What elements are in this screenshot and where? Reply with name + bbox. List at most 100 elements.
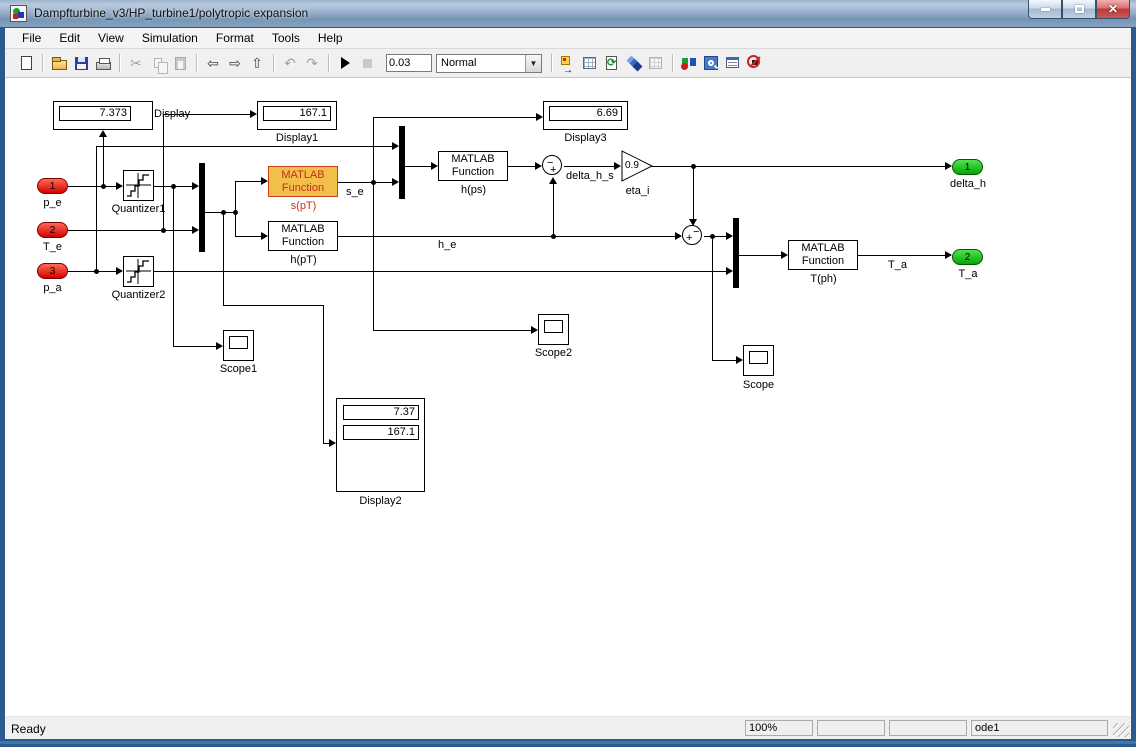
display3-label: Display3	[545, 132, 626, 144]
display1-block[interactable]: 167.1	[257, 101, 337, 130]
open-button[interactable]	[48, 53, 70, 73]
find-button[interactable]	[700, 53, 722, 73]
wire-segment	[405, 166, 431, 167]
wire-junction	[101, 184, 106, 189]
cut-icon: ✂	[130, 56, 142, 70]
paste-button	[169, 53, 191, 73]
matlab-fcn-tph-block[interactable]: MATLAB Function	[788, 240, 858, 270]
matlab-fcn-hpt-block[interactable]: MATLAB Function	[268, 221, 338, 251]
port-number: 3	[50, 266, 56, 277]
print-button[interactable]	[92, 53, 114, 73]
update-diagram-button[interactable]: ⟳	[601, 53, 623, 73]
status-panel-empty	[889, 720, 967, 736]
wire-arrowhead	[549, 177, 557, 184]
wire-arrowhead	[736, 356, 743, 364]
zoom-level-panel: 100%	[745, 720, 813, 736]
model-explorer-button[interactable]	[722, 53, 744, 73]
fcn-text: MATLAB Function	[443, 153, 503, 179]
forward-arrow-icon: ⇨	[229, 56, 241, 70]
sum1-block[interactable]: − +	[542, 155, 562, 175]
inport-3[interactable]: 3	[37, 263, 68, 279]
play-icon	[341, 57, 350, 69]
wire-junction	[710, 234, 715, 239]
scope-block[interactable]	[743, 345, 774, 376]
inport-2[interactable]: 2	[37, 222, 68, 238]
inport-1[interactable]: 1	[37, 178, 68, 194]
window-controls: ✕	[1028, 0, 1130, 19]
wire-segment	[373, 117, 374, 330]
wire-segment	[163, 114, 164, 230]
display3-block[interactable]: 6.69	[543, 101, 628, 130]
display1-value: 167.1	[263, 106, 331, 121]
display-block[interactable]: 7.373	[53, 101, 153, 130]
wire-arrowhead	[261, 177, 268, 185]
simulation-mode-value: Normal	[437, 57, 525, 69]
maximize-button[interactable]	[1062, 0, 1096, 19]
go-forward-button[interactable]: ⇨	[224, 53, 246, 73]
wire-segment	[693, 166, 694, 219]
matlab-fcn-hps-block[interactable]: MATLAB Function	[438, 151, 508, 181]
menu-format[interactable]: Format	[207, 29, 263, 47]
quantizer-icon	[124, 257, 153, 286]
mux1-block[interactable]	[199, 163, 205, 252]
open-icon	[52, 60, 67, 70]
wire-arrowhead	[431, 162, 438, 170]
wire-segment	[704, 236, 726, 237]
copy-button	[147, 53, 169, 73]
scope2-block[interactable]	[538, 314, 569, 345]
build-button[interactable]	[623, 53, 645, 73]
display2-block[interactable]: 7.37 167.1	[336, 398, 425, 492]
signal-label-t-a: T_a	[888, 259, 907, 271]
matlab-fcn-spt-block[interactable]: MATLAB Function	[268, 166, 338, 197]
outport-1[interactable]: 1	[952, 159, 983, 175]
display2-value-2: 167.1	[343, 425, 419, 440]
wire-arrowhead	[116, 267, 123, 275]
outport-2[interactable]: 2	[952, 249, 983, 265]
mux3-block[interactable]	[733, 218, 739, 288]
go-up-button[interactable]: ⇧	[246, 53, 268, 73]
quantizer2-block[interactable]	[123, 256, 154, 287]
menu-edit[interactable]: Edit	[50, 29, 89, 47]
go-back-button[interactable]: ⇦	[202, 53, 224, 73]
title-bar[interactable]: Dampfturbine_v3/HP_turbine1/polytropic e…	[0, 0, 1136, 28]
save-button[interactable]	[70, 53, 92, 73]
start-simulation-button[interactable]	[334, 53, 356, 73]
quantizer1-block[interactable]	[123, 170, 154, 201]
new-model-button[interactable]	[15, 53, 37, 73]
sum2-block[interactable]: − +	[682, 225, 702, 245]
signal-label-delta-h-s: delta_h_s	[566, 170, 614, 182]
port-number: 1	[50, 181, 56, 192]
wire-arrowhead	[726, 267, 733, 275]
close-button[interactable]: ✕	[1096, 0, 1130, 19]
library-browser-button[interactable]: →	[557, 53, 579, 73]
menu-tools[interactable]: Tools	[263, 29, 309, 47]
menu-simulation[interactable]: Simulation	[133, 29, 207, 47]
redo-button: ↷	[301, 53, 323, 73]
quantizer1-label: Quantizer1	[98, 203, 179, 215]
wire-segment	[223, 305, 323, 306]
wire-arrowhead	[535, 162, 542, 170]
menu-view[interactable]: View	[89, 29, 133, 47]
menu-file[interactable]: File	[13, 29, 50, 47]
minimize-button[interactable]	[1028, 0, 1062, 19]
remove-highlighting-button[interactable]	[744, 53, 766, 73]
toolbar-separator	[196, 54, 197, 72]
simulation-stop-time-input[interactable]	[386, 54, 432, 72]
wire-segment	[739, 255, 781, 256]
signal-label-h-e: h_e	[438, 239, 456, 251]
dropdown-button[interactable]: ▼	[525, 55, 541, 72]
simulation-mode-dropdown[interactable]: Normal ▼	[436, 54, 542, 73]
model-browser-button[interactable]	[579, 53, 601, 73]
outport-1-label: delta_h	[937, 178, 999, 190]
scope-screen-icon	[749, 351, 768, 364]
display-value: 7.373	[59, 106, 131, 121]
model-browser-icon	[582, 55, 598, 71]
mux2-block[interactable]	[399, 126, 405, 199]
scope1-block[interactable]	[223, 330, 254, 361]
scope-screen-icon	[544, 320, 563, 333]
menu-help[interactable]: Help	[309, 29, 352, 47]
minimize-icon	[1041, 8, 1050, 11]
debug-button[interactable]	[678, 53, 700, 73]
wire-segment	[235, 181, 261, 182]
resize-grip[interactable]	[1113, 723, 1129, 737]
